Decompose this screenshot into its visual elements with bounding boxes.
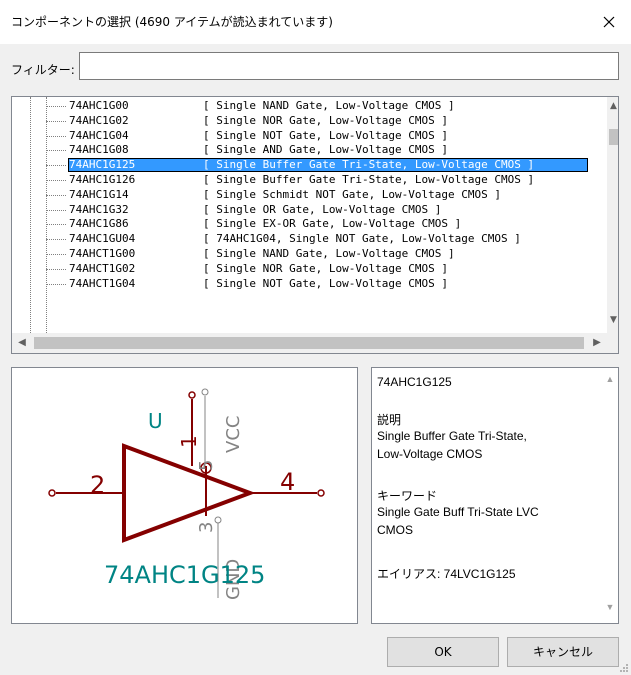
pin-1-number: 1 bbox=[177, 435, 201, 448]
info-keywords-heading: キーワード bbox=[377, 489, 438, 503]
tree-row[interactable]: 74AHC1G86 [ Single EX-OR Gate, Low-Voltag… bbox=[12, 217, 607, 231]
resize-grip-icon[interactable] bbox=[619, 663, 629, 673]
info-component-name: 74AHC1G125 bbox=[377, 375, 452, 389]
tree-row-description: [ Single NAND Gate, Low-Voltage CMOS ] bbox=[203, 99, 455, 112]
tree-row-description: [ Single NOT Gate, Low-Voltage CMOS ] bbox=[203, 128, 449, 142]
tree-row-name: 74AHCT1G02 bbox=[69, 261, 136, 275]
tree-connector bbox=[46, 209, 66, 211]
tree-row-name: 74AHC1G00 bbox=[69, 99, 129, 112]
tree-connector bbox=[46, 106, 66, 107]
filter-input[interactable] bbox=[79, 52, 619, 80]
tree-row[interactable]: 74AHC1G04 [ Single NOT Gate, Low-Voltage … bbox=[12, 129, 607, 143]
tree-row-description: [ Single NOR Gate, Low-Voltage CMOS ] bbox=[203, 261, 449, 275]
scroll-up-icon[interactable]: ▲ bbox=[605, 374, 615, 384]
close-icon bbox=[603, 16, 615, 28]
tree-row[interactable]: 74AHCT1G00 [ Single NAND Gate, Low-Voltag… bbox=[12, 247, 607, 261]
tree-vertical-scrollbar[interactable]: ▲ ▼ bbox=[607, 97, 618, 333]
filter-label: フィルター: bbox=[11, 63, 75, 77]
tree-row[interactable]: 74AHC1G32 [ Single OR Gate, Low-Voltage C… bbox=[12, 203, 607, 217]
component-chooser-dialog: コンポーネントの選択 (4690 アイテムが読込まれています) フィルター: 7… bbox=[0, 0, 631, 675]
cancel-button[interactable]: キャンセル bbox=[507, 637, 619, 667]
tree-row[interactable]: 74AHCT1G02 [ Single NOR Gate, Low-Voltage… bbox=[12, 262, 607, 276]
tree-row-name: 74AHC1G125 bbox=[69, 158, 136, 172]
tree-connector bbox=[46, 180, 66, 181]
info-description-heading: 説明 bbox=[377, 413, 402, 427]
tree-row[interactable]: 74AHC1G00 [ Single NAND Gate, Low-Voltage… bbox=[12, 99, 607, 113]
info-vertical-scrollbar[interactable]: ▲ ▼ bbox=[602, 368, 618, 623]
tree-row[interactable]: 74AHC1GU04 [ 74AHC1G04, Single NOT Gate, … bbox=[12, 232, 607, 246]
tree-row[interactable]: 74AHC1G08 [ Single AND Gate, Low-Voltage … bbox=[12, 143, 607, 157]
info-description-line: Single Buffer Gate Tri-State, bbox=[377, 429, 527, 443]
component-info-panel[interactable]: 74AHC1G125 説明 Single Buffer Gate Tri-Sta… bbox=[371, 367, 619, 624]
close-button[interactable] bbox=[595, 8, 623, 36]
info-description-line: Low-Voltage CMOS bbox=[377, 447, 483, 461]
tree-rows: 74AHC1G00 [ Single NAND Gate, Low-Voltage… bbox=[12, 97, 607, 333]
pin-3-number: 3 bbox=[196, 522, 217, 533]
tree-connector bbox=[46, 268, 66, 270]
scroll-left-icon[interactable]: ◀ bbox=[12, 333, 32, 353]
tree-connector bbox=[46, 283, 66, 285]
component-tree[interactable]: 74AHC1G00 [ Single NAND Gate, Low-Voltage… bbox=[11, 96, 619, 354]
tree-row-description: [ Single NAND Gate, Low-Voltage CMOS ] bbox=[203, 247, 455, 260]
symbol-preview: U 2 4 1 5 VCC 3 GND 74AHC1G125 bbox=[11, 367, 358, 624]
info-keywords-line: CMOS bbox=[377, 523, 413, 537]
tree-row-name: 74AHC1G126 bbox=[69, 173, 136, 186]
tree-row-name: 74AHC1G14 bbox=[69, 187, 129, 201]
tree-row-name: 74AHC1GU04 bbox=[69, 232, 136, 246]
tree-row-description: [ Single Schmidt NOT Gate, Low-Voltage C… bbox=[203, 187, 502, 201]
pin-5-number: 5 bbox=[196, 460, 217, 471]
tree-connector bbox=[46, 165, 66, 167]
vcc-pin-endpoint bbox=[201, 388, 209, 396]
scroll-right-icon[interactable]: ▶ bbox=[587, 333, 607, 353]
pin-2-endpoint bbox=[48, 489, 56, 497]
tree-connector bbox=[46, 120, 66, 122]
tree-row-name: 74AHC1G04 bbox=[69, 128, 129, 142]
title-bar: コンポーネントの選択 (4690 アイテムが読込まれています) bbox=[0, 0, 631, 44]
tree-row-description: [ Single Buffer Gate Tri-State, Low-Volt… bbox=[203, 158, 535, 172]
tree-connector bbox=[46, 135, 66, 137]
reference-label: U bbox=[148, 409, 163, 433]
symbol-drawing: U 2 4 1 5 VCC 3 GND 74AHC1G125 bbox=[48, 388, 325, 600]
value-label: 74AHC1G125 bbox=[104, 561, 265, 589]
tree-row-description: [ Single NOT Gate, Low-Voltage CMOS ] bbox=[203, 276, 449, 290]
scroll-down-icon[interactable]: ▼ bbox=[607, 313, 618, 327]
tree-connector bbox=[46, 224, 66, 226]
scroll-thumb[interactable] bbox=[34, 337, 584, 349]
tree-row-description: [ Single AND Gate, Low-Voltage CMOS ] bbox=[203, 143, 449, 157]
tree-row-description: [ Single NOR Gate, Low-Voltage CMOS ] bbox=[203, 113, 449, 127]
tree-row-name: 74AHCT1G00 bbox=[69, 247, 136, 260]
scroll-up-icon[interactable]: ▲ bbox=[607, 99, 618, 113]
scroll-down-icon[interactable]: ▼ bbox=[605, 602, 615, 612]
tree-row-name: 74AHC1G86 bbox=[69, 217, 129, 231]
tree-connector bbox=[46, 150, 66, 152]
vcc-label: VCC bbox=[223, 416, 244, 453]
info-alias: エイリアス: 74LVC1G125 bbox=[377, 567, 516, 581]
tree-horizontal-scrollbar[interactable]: ◀ ▶ bbox=[12, 333, 618, 353]
tree-row[interactable]: 74AHCT1G04 [ Single NOT Gate, Low-Voltage… bbox=[12, 277, 607, 291]
tree-row[interactable]: 74AHC1G14 [ Single Schmidt NOT Gate, Low-… bbox=[12, 188, 607, 202]
buffer-triangle bbox=[122, 443, 256, 543]
pin-4-endpoint bbox=[317, 489, 325, 497]
tree-row-description: [ Single EX-OR Gate, Low-Voltage CMOS ] bbox=[203, 217, 462, 231]
pin-5-endpoint bbox=[188, 391, 196, 399]
tree-row-selected[interactable]: 74AHC1G125 [ Single Buffer Gate Tri-State… bbox=[12, 158, 607, 173]
tree-row[interactable]: 74AHC1G126 [ Single Buffer Gate Tri-State… bbox=[12, 173, 607, 187]
tree-row-description: [ Single OR Gate, Low-Voltage CMOS ] bbox=[203, 202, 442, 216]
window-title: コンポーネントの選択 (4690 アイテムが読込まれています) bbox=[11, 15, 333, 29]
tree-row[interactable]: 74AHC1G02 [ Single NOR Gate, Low-Voltage … bbox=[12, 114, 607, 128]
tree-connector bbox=[46, 194, 66, 196]
tree-row-description: [ Single Buffer Gate Tri-State, Low-Volt… bbox=[203, 173, 535, 186]
tree-row-name: 74AHC1G02 bbox=[69, 113, 129, 127]
tree-row-name: 74AHC1G32 bbox=[69, 202, 129, 216]
pin-2-number: 2 bbox=[90, 471, 105, 499]
info-keywords-line: Single Gate Buff Tri-State LVC bbox=[377, 505, 539, 519]
tree-connector bbox=[46, 239, 66, 241]
ok-button[interactable]: OK bbox=[387, 637, 499, 667]
tree-row-name: 74AHCT1G04 bbox=[69, 276, 136, 290]
tree-connector bbox=[46, 254, 66, 255]
tree-row-name: 74AHC1G08 bbox=[69, 143, 129, 157]
pin-4-number: 4 bbox=[280, 468, 295, 496]
tree-row-description: [ 74AHC1G04, Single NOT Gate, Low-Voltag… bbox=[203, 232, 521, 246]
scroll-thumb[interactable] bbox=[609, 129, 618, 145]
